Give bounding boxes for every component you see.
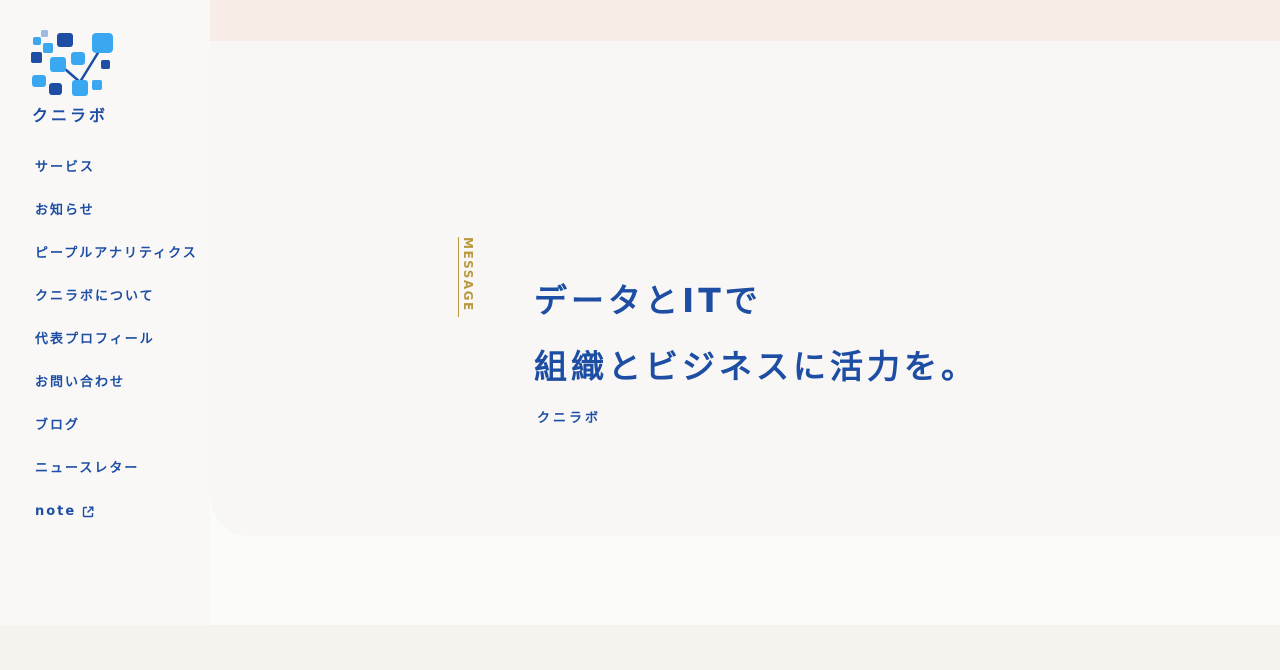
brand-logo-link[interactable]: クニラボ xyxy=(28,28,118,126)
nav-link-people-analytics[interactable]: ピープルアナリティクス xyxy=(35,243,198,265)
message-section-label: MESSAGE xyxy=(458,237,479,317)
nav-item-services: サービス xyxy=(35,156,198,199)
nav-item-news: お知らせ xyxy=(35,199,198,242)
nav-item-contact: お問い合わせ xyxy=(35,371,198,414)
nav-item-blog: ブログ xyxy=(35,414,198,457)
headline-line-2: 組織とビジネスに活力を。 xyxy=(534,347,978,386)
nav-item-people-analytics: ピープルアナリティクス xyxy=(35,242,198,285)
nav-link-newsletter[interactable]: ニュースレター xyxy=(35,458,139,480)
main-nav: サービス お知らせ ピープルアナリティクス クニラボについて 代表プロフィール … xyxy=(35,156,198,543)
nav-item-about: クニラボについて xyxy=(35,285,198,328)
nav-link-note[interactable]: note xyxy=(35,501,94,523)
nav-link-contact[interactable]: お問い合わせ xyxy=(35,372,125,394)
external-link-icon xyxy=(82,506,94,518)
nav-link-services[interactable]: サービス xyxy=(35,157,95,179)
message-signature: クニラボ xyxy=(537,411,602,426)
brand-logo-icon xyxy=(31,30,113,96)
nav-link-profile[interactable]: 代表プロフィール xyxy=(35,329,155,351)
nav-link-news[interactable]: お知らせ xyxy=(35,200,95,222)
nav-item-newsletter: ニュースレター xyxy=(35,457,198,500)
message-section-label-text: MESSAGE xyxy=(461,237,475,312)
nav-link-about[interactable]: クニラボについて xyxy=(35,286,155,308)
background-top-strip xyxy=(210,0,1280,41)
nav-item-profile: 代表プロフィール xyxy=(35,328,198,371)
nav-link-blog[interactable]: ブログ xyxy=(35,415,80,437)
message-headline: データとITで 組織とビジネスに活力を。 xyxy=(534,268,978,400)
headline-line-1: データとITで xyxy=(534,281,762,320)
nav-item-note: note xyxy=(35,500,198,543)
brand-name: クニラボ xyxy=(32,106,109,125)
nav-link-note-label: note xyxy=(35,504,77,519)
